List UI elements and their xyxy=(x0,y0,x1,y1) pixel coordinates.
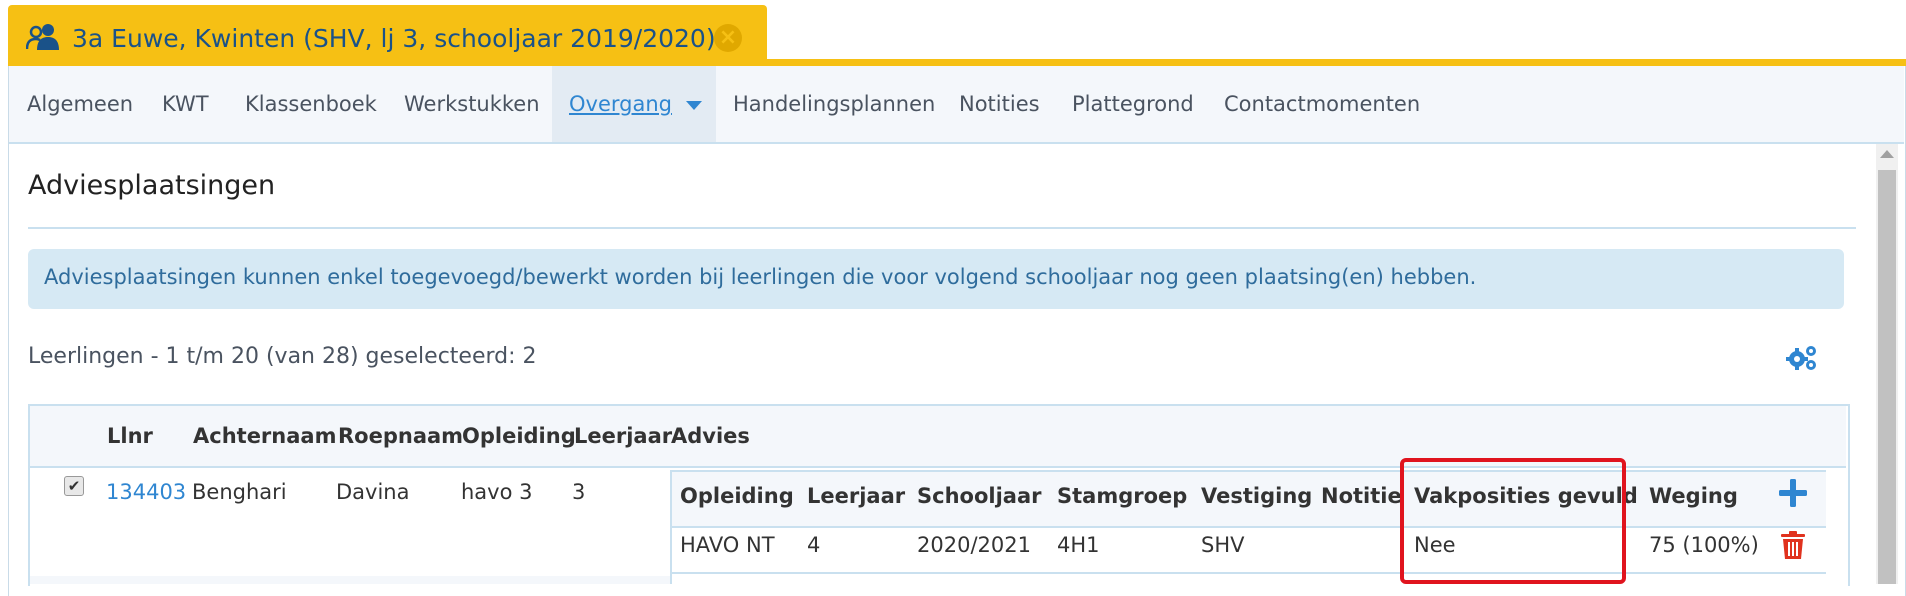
tab-notities[interactable]: Notities xyxy=(959,66,1040,142)
tab-label: Contactmomenten xyxy=(1224,92,1421,116)
highlight-box xyxy=(1400,458,1626,584)
page-title: Adviesplaatsingen xyxy=(28,170,276,201)
advies-header-leerjaar: Leerjaar xyxy=(807,484,906,508)
tab-label: Notities xyxy=(959,92,1040,116)
advies-header-stamgroep: Stamgroep xyxy=(1057,484,1188,508)
cell-opleiding: havo 3 xyxy=(461,480,533,504)
gears-icon[interactable] xyxy=(1786,344,1818,372)
tab-contactmomenten[interactable]: Contactmomenten xyxy=(1224,66,1420,142)
chevron-down-icon xyxy=(685,100,702,110)
row-checkbox[interactable]: ✔ xyxy=(64,476,84,496)
users-icon xyxy=(26,24,59,50)
trash-icon[interactable] xyxy=(1780,530,1806,560)
advies-header-schooljaar: Schooljaar xyxy=(917,484,1042,508)
tab-handelingsplannen[interactable]: Handelingsplannen xyxy=(733,66,935,142)
cell-leerjaar: 3 xyxy=(572,480,586,504)
tab-label: Klassenboek xyxy=(245,92,377,116)
tab-label: Overgang xyxy=(569,92,672,116)
column-header-leerjaar[interactable]: Leerjaar xyxy=(574,424,672,448)
column-header-advies[interactable]: Advies xyxy=(671,424,750,448)
student-number-link[interactable]: 134403 xyxy=(106,480,186,504)
advies-weging: 75 (100%) xyxy=(1649,533,1759,557)
cell-achternaam: Benghari xyxy=(192,480,287,504)
advies-header-notitie: Notitie xyxy=(1321,484,1402,508)
advies-vestiging: SHV xyxy=(1201,533,1245,557)
table-row xyxy=(30,576,670,584)
tab-title: 3a Euwe, Kwinten (SHV, lj 3, schooljaar … xyxy=(72,24,716,53)
column-header-roepnaam[interactable]: Roepnaam xyxy=(338,424,463,448)
tab-werkstukken[interactable]: Werkstukken xyxy=(404,66,540,142)
tab-label: Werkstukken xyxy=(404,92,540,116)
close-icon[interactable]: × xyxy=(714,24,742,52)
tab-bar: 3a Euwe, Kwinten (SHV, lj 3, schooljaar … xyxy=(0,0,1906,66)
nav-bar: Algemeen KWT Klassenboek Werkstukken Ove… xyxy=(9,66,1904,144)
plus-icon[interactable] xyxy=(1778,478,1808,508)
cell-roepnaam: Davina xyxy=(336,480,410,504)
row-divider xyxy=(672,572,1826,574)
column-header-llnr[interactable]: Llnr xyxy=(107,424,153,448)
column-header-opleiding[interactable]: Opleiding xyxy=(462,424,576,448)
advies-header-weging: Weging xyxy=(1649,484,1738,508)
tab-algemeen[interactable]: Algemeen xyxy=(27,66,133,142)
advies-header-opleiding: Opleiding xyxy=(680,484,794,508)
divider xyxy=(28,227,1856,229)
tab-label: Plattegrond xyxy=(1072,92,1194,116)
advies-leerjaar: 4 xyxy=(807,533,821,557)
tab-plattegrond[interactable]: Plattegrond xyxy=(1072,66,1194,142)
scrollbar-thumb[interactable] xyxy=(1878,170,1896,584)
advies-stamgroep: 4H1 xyxy=(1057,533,1100,557)
advies-opleiding: HAVO NT xyxy=(680,533,775,557)
tab-label: KWT xyxy=(162,92,209,116)
tab-label: Algemeen xyxy=(27,92,134,116)
tab-kwt[interactable]: KWT xyxy=(162,66,209,142)
scroll-up-icon[interactable] xyxy=(1880,150,1894,158)
info-alert: Adviesplaatsingen kunnen enkel toegevoeg… xyxy=(28,249,1844,309)
column-header-achternaam[interactable]: Achternaam xyxy=(193,424,336,448)
student-tab[interactable]: 3a Euwe, Kwinten (SHV, lj 3, schooljaar … xyxy=(8,5,767,66)
tab-klassenboek[interactable]: Klassenboek xyxy=(245,66,377,142)
info-text: Adviesplaatsingen kunnen enkel toegevoeg… xyxy=(44,265,1477,289)
tab-label: Handelingsplannen xyxy=(733,92,936,116)
tab-overgang[interactable]: Overgang xyxy=(552,66,716,142)
advies-header-vestiging: Vestiging xyxy=(1201,484,1313,508)
selection-count: Leerlingen - 1 t/m 20 (van 28) geselecte… xyxy=(28,344,537,369)
advies-schooljaar: 2020/2021 xyxy=(917,533,1031,557)
